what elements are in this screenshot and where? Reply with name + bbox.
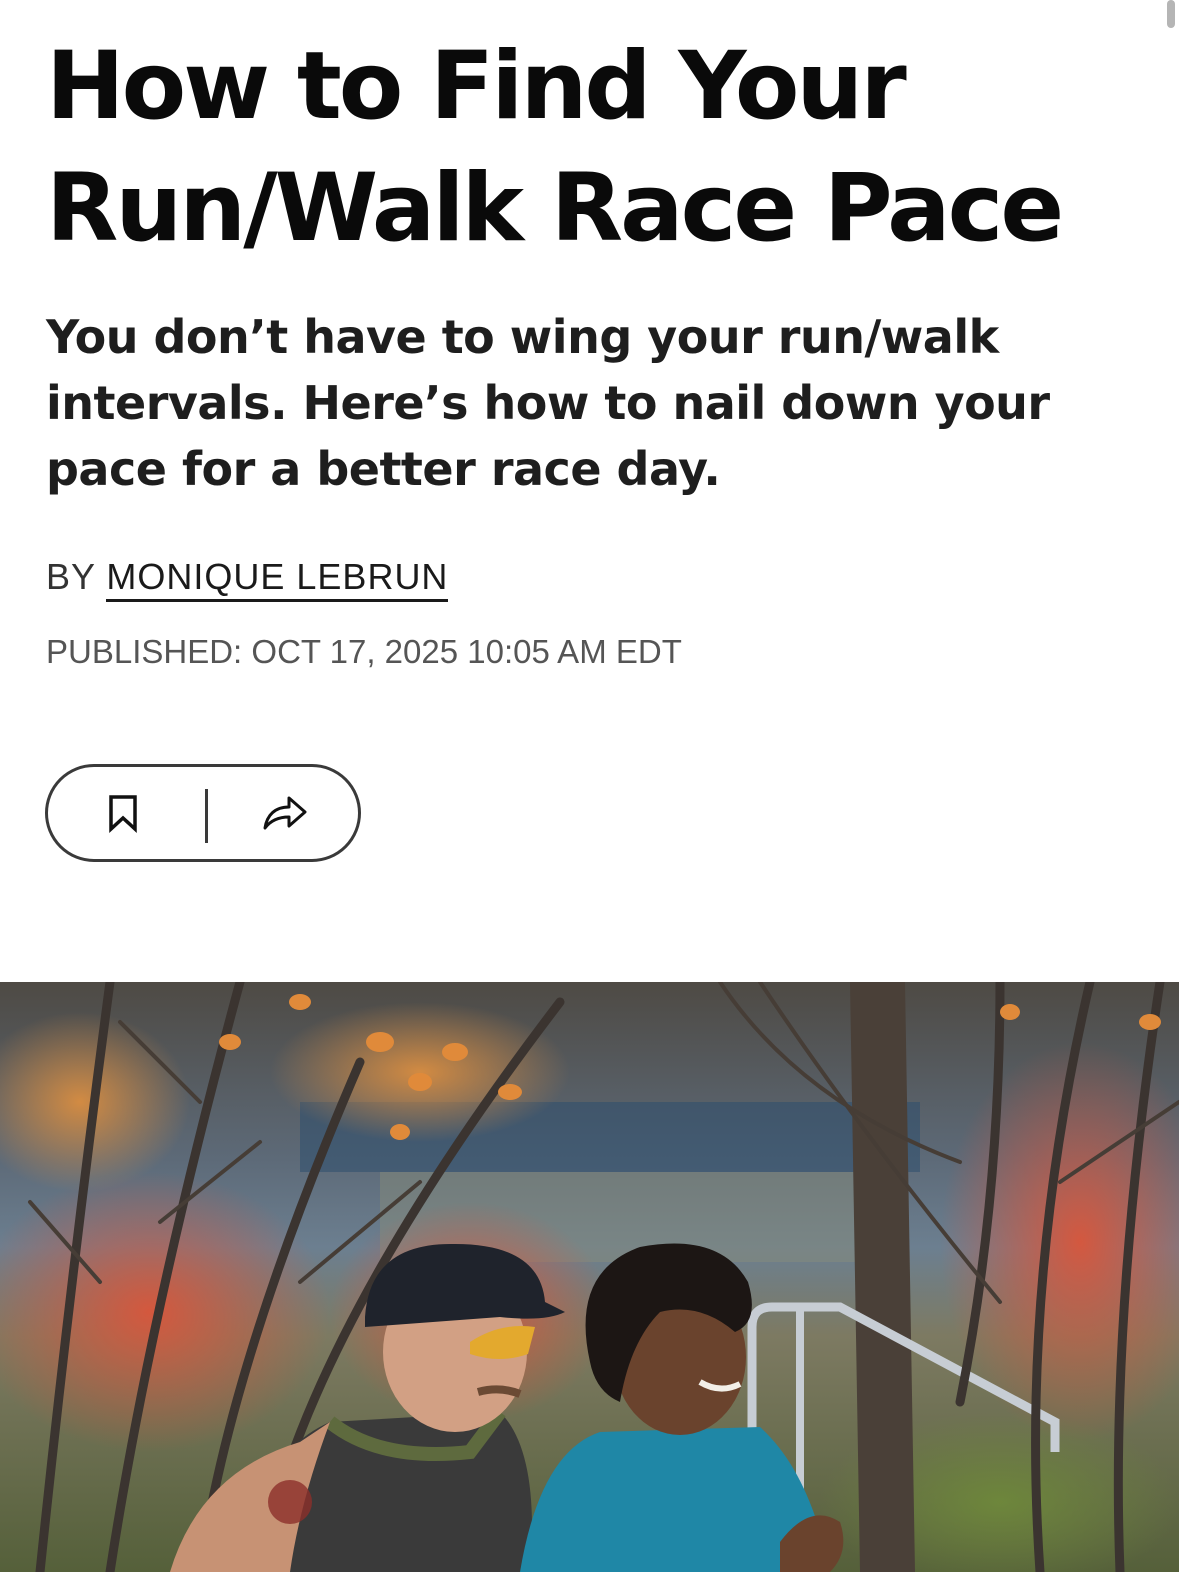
scroll-indicator[interactable] <box>1167 0 1175 28</box>
bookmark-button[interactable] <box>48 767 198 859</box>
published-date: PUBLISHED: OCT 17, 2025 10:05 AM EDT <box>46 633 682 670</box>
byline-prefix: BY <box>46 556 96 597</box>
article-dek: You don’t have to wing your run/walk int… <box>46 310 1050 496</box>
actions-divider <box>205 789 208 843</box>
bookmark-icon <box>109 795 137 833</box>
share-icon <box>263 796 307 830</box>
share-button[interactable] <box>210 767 360 859</box>
byline: BY MONIQUE LEBRUN <box>46 553 449 602</box>
article-actions <box>45 764 361 862</box>
runners-photo <box>0 982 1179 1572</box>
headline-line-1: How to Find Your <box>46 32 907 141</box>
hero-image <box>0 982 1179 1572</box>
article-headline: How to Find Your Run/Walk Race Pace <box>46 26 1126 270</box>
headline-line-2: Run/Walk Race Pace <box>46 154 1064 263</box>
author-link[interactable]: MONIQUE LEBRUN <box>106 556 449 602</box>
